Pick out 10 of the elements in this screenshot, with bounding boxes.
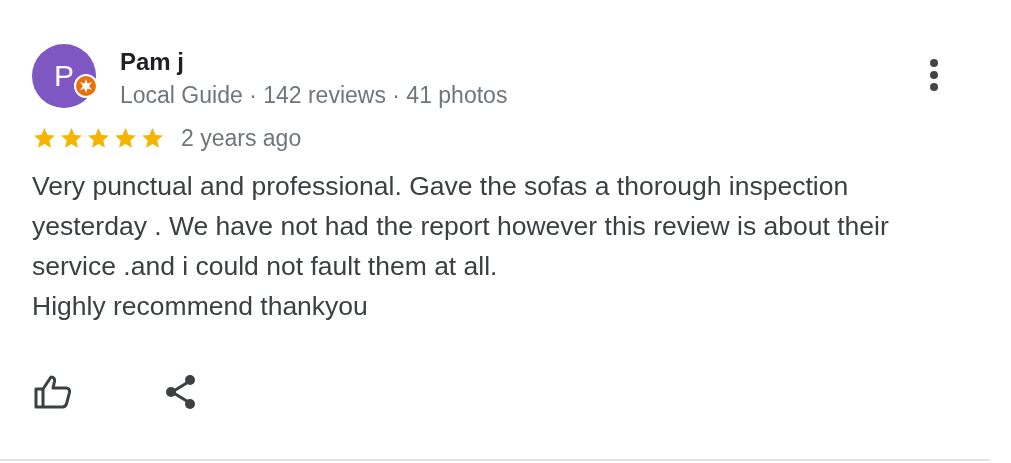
thumbs-up-icon[interactable] (34, 375, 72, 409)
local-guide-badge-icon (74, 74, 98, 98)
avatar: P (32, 44, 96, 108)
reviewer-name[interactable]: Pam j (120, 48, 928, 76)
review-time: 2 years ago (181, 125, 302, 152)
share-icon[interactable] (164, 374, 198, 410)
reviewer-meta: Local Guide · 142 reviews · 41 photos (120, 82, 509, 109)
more-options-icon[interactable] (928, 58, 940, 92)
review-text: Very punctual and professional. Gave the sofas a thorough inspection yesterday . We have not had the report however this review is about their service .and i could not fault them at all. (32, 170, 890, 283)
review-text: Highly recommend thankyou (32, 290, 369, 323)
